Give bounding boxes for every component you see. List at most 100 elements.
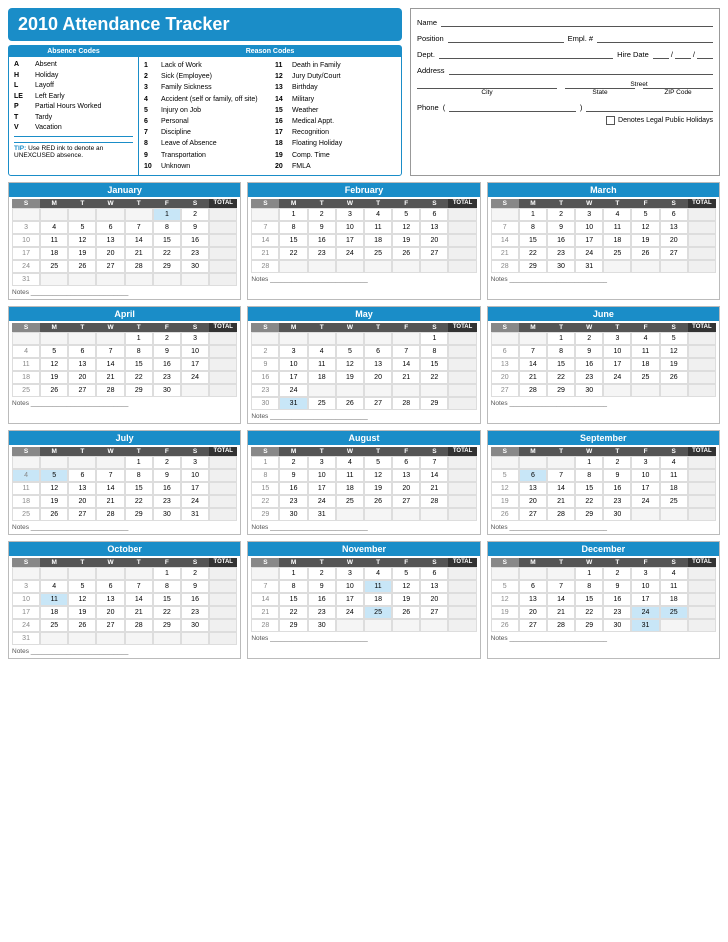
cal-day-18[interactable]: 18 [12, 495, 40, 508]
cal-day-3[interactable]: 3 [181, 456, 209, 469]
cal-day-20[interactable]: 20 [392, 482, 420, 495]
cal-day-empty[interactable] [68, 208, 96, 221]
cal-day-14[interactable]: 14 [491, 234, 519, 247]
cal-day-8[interactable]: 8 [279, 221, 307, 234]
cal-day-empty[interactable] [40, 632, 68, 645]
cal-day-empty[interactable] [209, 606, 237, 619]
cal-day-empty[interactable] [448, 567, 476, 580]
cal-day-30[interactable]: 30 [181, 260, 209, 273]
cal-day-24[interactable]: 24 [603, 371, 631, 384]
cal-day-26[interactable]: 26 [40, 508, 68, 521]
cal-day-17[interactable]: 17 [336, 234, 364, 247]
cal-day-empty[interactable] [68, 567, 96, 580]
cal-day-20[interactable]: 20 [420, 234, 448, 247]
cal-day-31[interactable]: 31 [631, 619, 659, 632]
cal-day-6[interactable]: 6 [68, 469, 96, 482]
cal-day-16[interactable]: 16 [279, 482, 307, 495]
cal-day-18[interactable]: 18 [364, 234, 392, 247]
cal-day-26[interactable]: 26 [631, 247, 659, 260]
cal-day-27[interactable]: 27 [96, 619, 124, 632]
cal-day-5[interactable]: 5 [491, 469, 519, 482]
cal-day-25[interactable]: 25 [660, 495, 688, 508]
cal-day-14[interactable]: 14 [547, 593, 575, 606]
cal-day-24[interactable]: 24 [575, 247, 603, 260]
cal-day-14[interactable]: 14 [125, 234, 153, 247]
cal-day-10[interactable]: 10 [575, 221, 603, 234]
cal-day-10[interactable]: 10 [631, 580, 659, 593]
cal-day-empty[interactable] [688, 606, 716, 619]
cal-day-empty[interactable] [308, 384, 336, 397]
cal-day-19[interactable]: 19 [68, 247, 96, 260]
cal-day-empty[interactable] [448, 482, 476, 495]
cal-day-empty[interactable] [364, 384, 392, 397]
cal-day-25[interactable]: 25 [12, 508, 40, 521]
cal-day-22[interactable]: 22 [279, 247, 307, 260]
cal-day-20[interactable]: 20 [660, 234, 688, 247]
cal-day-10[interactable]: 10 [12, 593, 40, 606]
cal-day-27[interactable]: 27 [491, 384, 519, 397]
cal-day-22[interactable]: 22 [125, 495, 153, 508]
cal-day-21[interactable]: 21 [547, 606, 575, 619]
cal-day-16[interactable]: 16 [153, 358, 181, 371]
cal-day-28[interactable]: 28 [96, 508, 124, 521]
cal-day-31[interactable]: 31 [12, 273, 40, 286]
cal-day-empty[interactable] [688, 593, 716, 606]
cal-day-19[interactable]: 19 [68, 606, 96, 619]
cal-day-empty[interactable] [364, 508, 392, 521]
cal-day-29[interactable]: 29 [279, 619, 307, 632]
cal-day-empty[interactable] [209, 580, 237, 593]
cal-day-6[interactable]: 6 [392, 456, 420, 469]
cal-day-12[interactable]: 12 [392, 580, 420, 593]
cal-day-1[interactable]: 1 [519, 208, 547, 221]
cal-day-24[interactable]: 24 [181, 495, 209, 508]
cal-day-empty[interactable] [181, 632, 209, 645]
cal-day-24[interactable]: 24 [336, 247, 364, 260]
cal-day-19[interactable]: 19 [336, 371, 364, 384]
cal-day-24[interactable]: 24 [12, 619, 40, 632]
cal-day-30[interactable]: 30 [603, 508, 631, 521]
cal-day-empty[interactable] [68, 632, 96, 645]
cal-day-4[interactable]: 4 [308, 345, 336, 358]
cal-day-19[interactable]: 19 [392, 593, 420, 606]
cal-day-empty[interactable] [420, 260, 448, 273]
cal-day-empty[interactable] [279, 260, 307, 273]
hire-dd[interactable] [675, 47, 691, 59]
cal-day-empty[interactable] [688, 619, 716, 632]
cal-day-14[interactable]: 14 [519, 358, 547, 371]
cal-day-empty[interactable] [209, 482, 237, 495]
cal-day-4[interactable]: 4 [603, 208, 631, 221]
cal-day-16[interactable]: 16 [153, 482, 181, 495]
cal-day-6[interactable]: 6 [420, 208, 448, 221]
cal-day-25[interactable]: 25 [336, 495, 364, 508]
cal-day-empty[interactable] [209, 234, 237, 247]
cal-day-4[interactable]: 4 [364, 567, 392, 580]
cal-day-19[interactable]: 19 [491, 495, 519, 508]
cal-day-24[interactable]: 24 [279, 384, 307, 397]
cal-day-19[interactable]: 19 [660, 358, 688, 371]
cal-day-9[interactable]: 9 [575, 345, 603, 358]
cal-day-empty[interactable] [209, 260, 237, 273]
cal-day-8[interactable]: 8 [125, 469, 153, 482]
cal-day-6[interactable]: 6 [660, 208, 688, 221]
cal-day-empty[interactable] [491, 332, 519, 345]
cal-day-10[interactable]: 10 [12, 234, 40, 247]
cal-day-1[interactable]: 1 [279, 208, 307, 221]
cal-day-15[interactable]: 15 [153, 234, 181, 247]
cal-day-16[interactable]: 16 [603, 593, 631, 606]
cal-day-empty[interactable] [420, 508, 448, 521]
cal-day-9[interactable]: 9 [308, 221, 336, 234]
cal-day-29[interactable]: 29 [547, 384, 575, 397]
cal-day-26[interactable]: 26 [491, 508, 519, 521]
cal-day-empty[interactable] [96, 567, 124, 580]
cal-day-empty[interactable] [364, 260, 392, 273]
cal-day-17[interactable]: 17 [631, 593, 659, 606]
cal-day-empty[interactable] [688, 371, 716, 384]
cal-day-20[interactable]: 20 [96, 606, 124, 619]
cal-day-empty[interactable] [209, 456, 237, 469]
cal-day-11[interactable]: 11 [40, 234, 68, 247]
cal-day-2[interactable]: 2 [547, 208, 575, 221]
cal-day-18[interactable]: 18 [364, 593, 392, 606]
cal-day-20[interactable]: 20 [364, 371, 392, 384]
cal-day-15[interactable]: 15 [575, 482, 603, 495]
cal-day-21[interactable]: 21 [491, 247, 519, 260]
